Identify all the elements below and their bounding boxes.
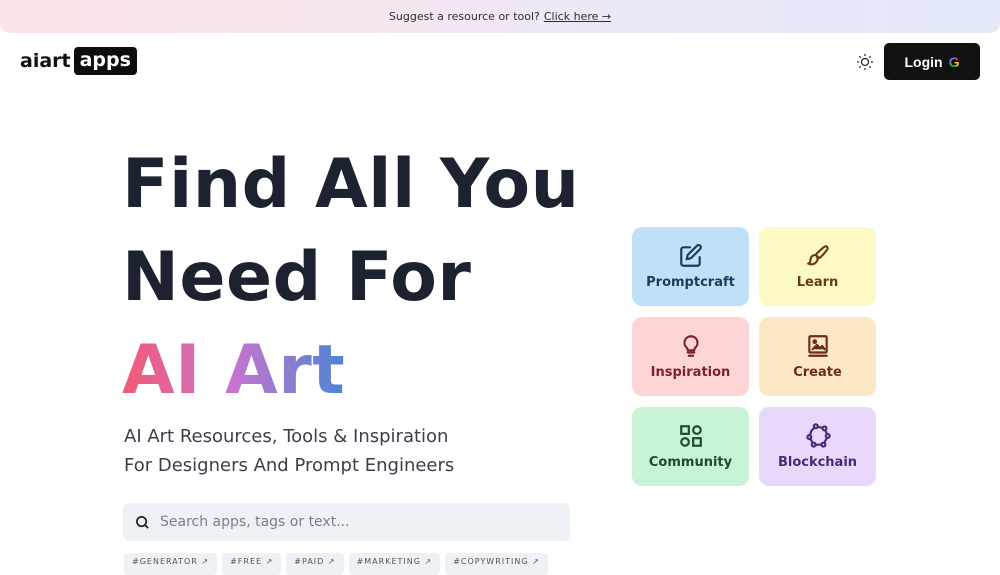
tag-copywriting[interactable]: #COPYWRITING ↗ [445, 553, 548, 575]
search-input[interactable] [160, 514, 540, 530]
announcement-banner: Suggest a resource or tool? Click here → [0, 0, 1000, 33]
category-blockchain[interactable]: Blockchain [759, 407, 876, 486]
category-grid: Promptcraft Learn Inspiration Create Com… [632, 227, 876, 486]
category-label: Promptcraft [646, 275, 735, 290]
edit-icon [679, 244, 702, 267]
suggest-link[interactable]: Click here → [544, 10, 611, 23]
login-button[interactable]: Login G [884, 43, 980, 80]
lightbulb-icon [682, 335, 699, 357]
header: aiart apps Login G [0, 33, 1000, 91]
hero-subtitle: AI Art Resources, Tools & Inspiration Fo… [124, 422, 454, 480]
google-icon: G [948, 53, 960, 70]
theme-toggle[interactable] [855, 52, 875, 72]
logo-text: aiart [20, 50, 71, 72]
image-book-icon [807, 335, 828, 357]
category-label: Inspiration [650, 365, 731, 380]
tag-list: #GENERATOR ↗ #FREE ↗ #PAID ↗ #MARKETING … [124, 553, 548, 575]
category-inspiration[interactable]: Inspiration [632, 317, 749, 396]
tag-free[interactable]: #FREE ↗ [222, 553, 282, 575]
sun-icon [857, 54, 873, 70]
category-label: Community [648, 455, 733, 470]
brush-icon [806, 245, 829, 266]
shapes-icon [679, 425, 702, 447]
banner-text: Suggest a resource or tool? [388, 10, 540, 23]
subtitle-line-2: For Designers And Prompt Engineers [124, 455, 455, 476]
network-icon [805, 423, 831, 448]
hero-title: Find All You Need For AI Art [122, 138, 580, 417]
category-promptcraft[interactable]: Promptcraft [632, 227, 749, 306]
search-bar[interactable] [123, 503, 570, 541]
search-icon [136, 515, 149, 529]
category-label: Learn [796, 275, 839, 290]
tag-marketing[interactable]: #MARKETING ↗ [348, 553, 441, 575]
category-learn[interactable]: Learn [759, 227, 876, 306]
hero-line-1: Find All You [122, 145, 580, 224]
logo[interactable]: aiart apps [20, 47, 137, 75]
category-community[interactable]: Community [632, 407, 749, 486]
login-label: Login [904, 53, 943, 70]
tag-generator[interactable]: #GENERATOR ↗ [124, 553, 218, 575]
hero-line-2: Need For [122, 238, 472, 317]
category-label: Create [793, 365, 842, 380]
category-create[interactable]: Create [759, 317, 876, 396]
subtitle-line-1: AI Art Resources, Tools & Inspiration [124, 426, 449, 447]
hero-line-3: AI Art [122, 331, 346, 410]
logo-box: apps [73, 47, 137, 75]
category-label: Blockchain [777, 455, 858, 470]
tag-paid[interactable]: #PAID ↗ [286, 553, 344, 575]
